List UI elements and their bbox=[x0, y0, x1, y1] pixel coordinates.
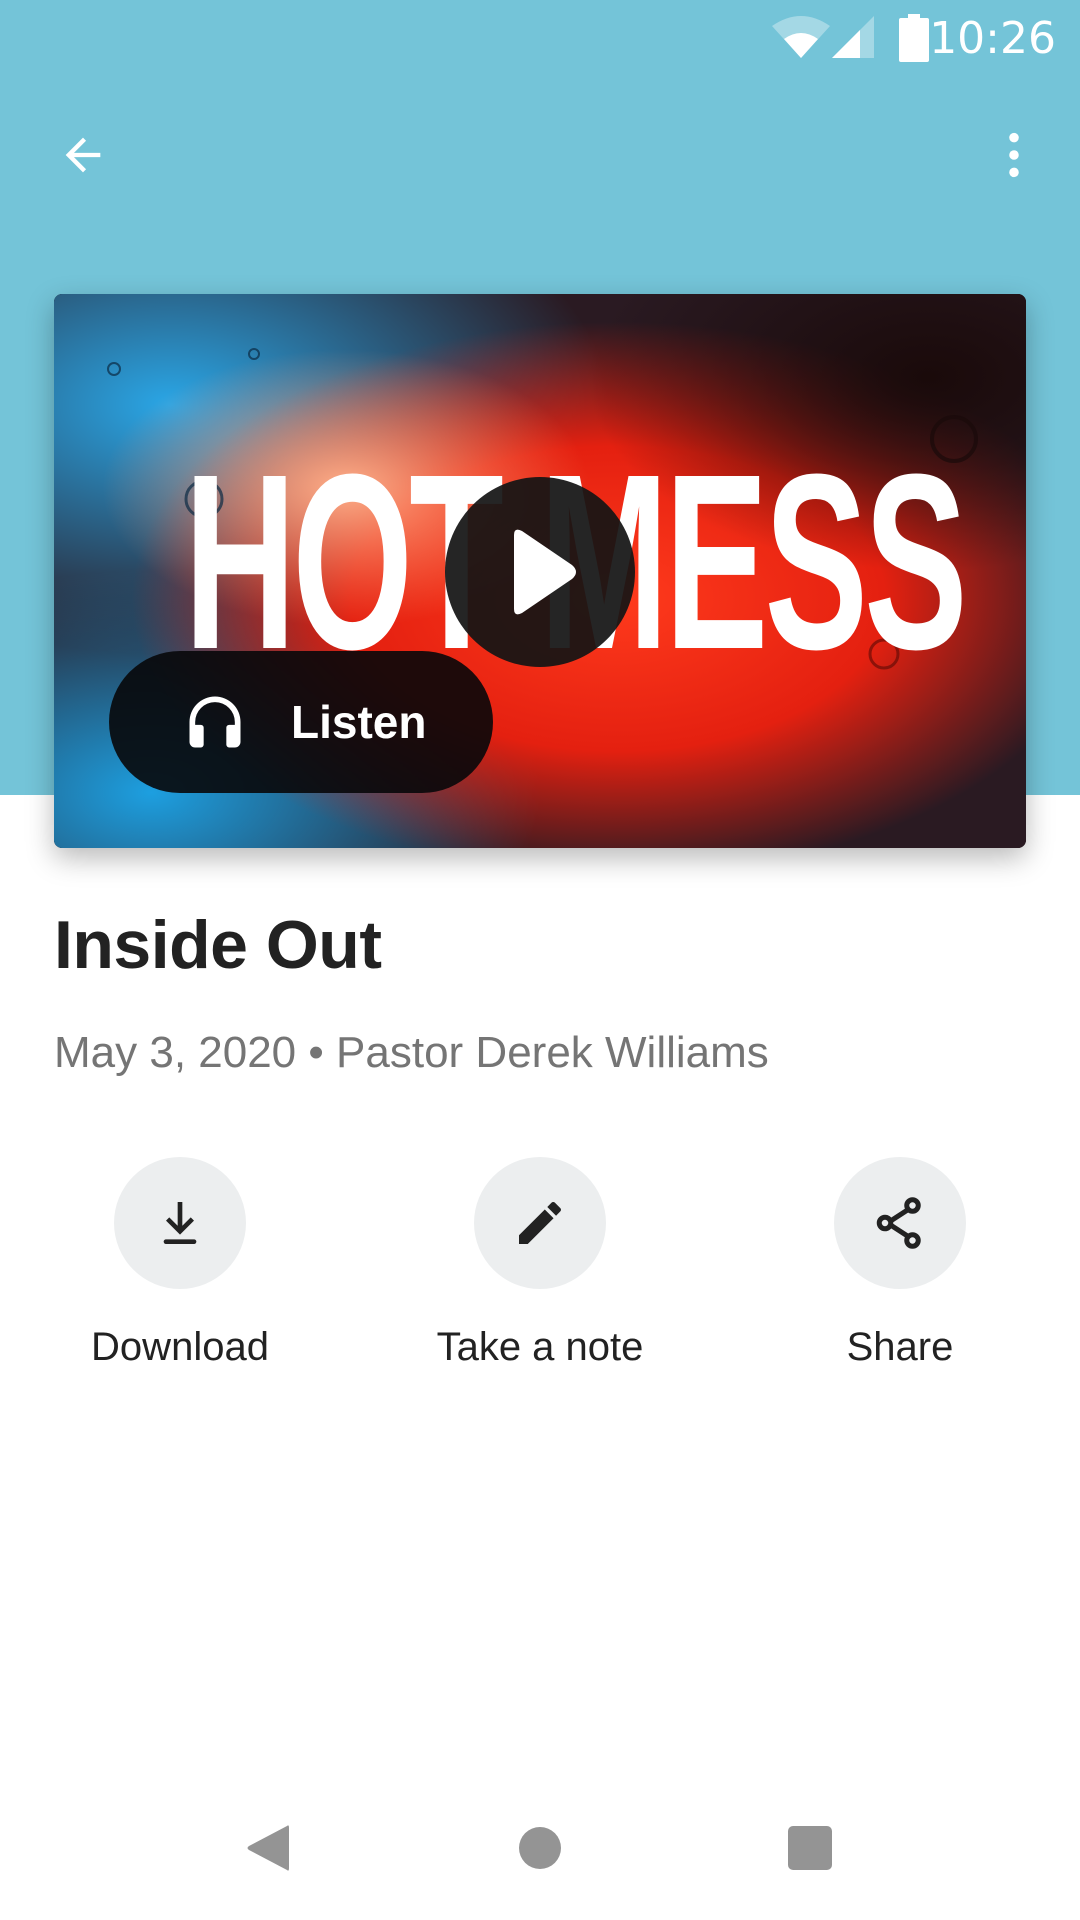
status-bar: 10:26 bbox=[0, 0, 1080, 78]
arrow-back-icon bbox=[65, 137, 101, 173]
nav-back-icon bbox=[247, 1825, 289, 1871]
wifi-icon bbox=[772, 16, 830, 58]
status-time: 10:26 bbox=[929, 13, 1056, 64]
more-options-button[interactable] bbox=[969, 110, 1059, 200]
play-button[interactable] bbox=[445, 477, 635, 667]
listen-label: Listen bbox=[291, 696, 427, 748]
take-a-note-circle bbox=[474, 1157, 606, 1289]
take-a-note-button[interactable]: Take a note bbox=[390, 1157, 690, 1397]
nav-recents-icon bbox=[788, 1826, 832, 1870]
nav-home-button[interactable] bbox=[490, 1800, 590, 1896]
nav-home-icon bbox=[519, 1827, 561, 1869]
download-button[interactable]: Download bbox=[30, 1157, 330, 1397]
sermon-speaker: Pastor Derek Williams bbox=[336, 1028, 769, 1077]
pencil-icon bbox=[519, 1201, 562, 1244]
download-circle bbox=[114, 1157, 246, 1289]
nav-recents-button[interactable] bbox=[760, 1800, 860, 1896]
download-icon bbox=[163, 1202, 197, 1244]
headphones-icon bbox=[189, 696, 241, 748]
sermon-title: Inside Out bbox=[54, 907, 382, 983]
sermon-artwork-card[interactable]: HOT MESS Listen bbox=[54, 294, 1026, 848]
sermon-date: May 3, 2020 bbox=[54, 1028, 297, 1077]
share-button[interactable]: Share bbox=[750, 1157, 1050, 1397]
meta-separator: • bbox=[308, 1028, 324, 1077]
play-icon bbox=[514, 529, 576, 615]
download-label: Download bbox=[91, 1325, 269, 1369]
share-circle bbox=[834, 1157, 966, 1289]
cell-signal-icon bbox=[832, 16, 874, 58]
nav-back-button[interactable] bbox=[218, 1800, 318, 1896]
listen-button[interactable]: Listen bbox=[109, 651, 493, 793]
share-icon bbox=[876, 1197, 921, 1249]
back-button[interactable] bbox=[38, 110, 128, 200]
take-a-note-label: Take a note bbox=[436, 1325, 644, 1369]
more-vert-icon bbox=[1009, 132, 1019, 178]
battery-icon bbox=[899, 14, 929, 62]
share-label: Share bbox=[846, 1325, 954, 1369]
sermon-meta: May 3, 2020 • Pastor Derek Williams bbox=[54, 1028, 769, 1078]
